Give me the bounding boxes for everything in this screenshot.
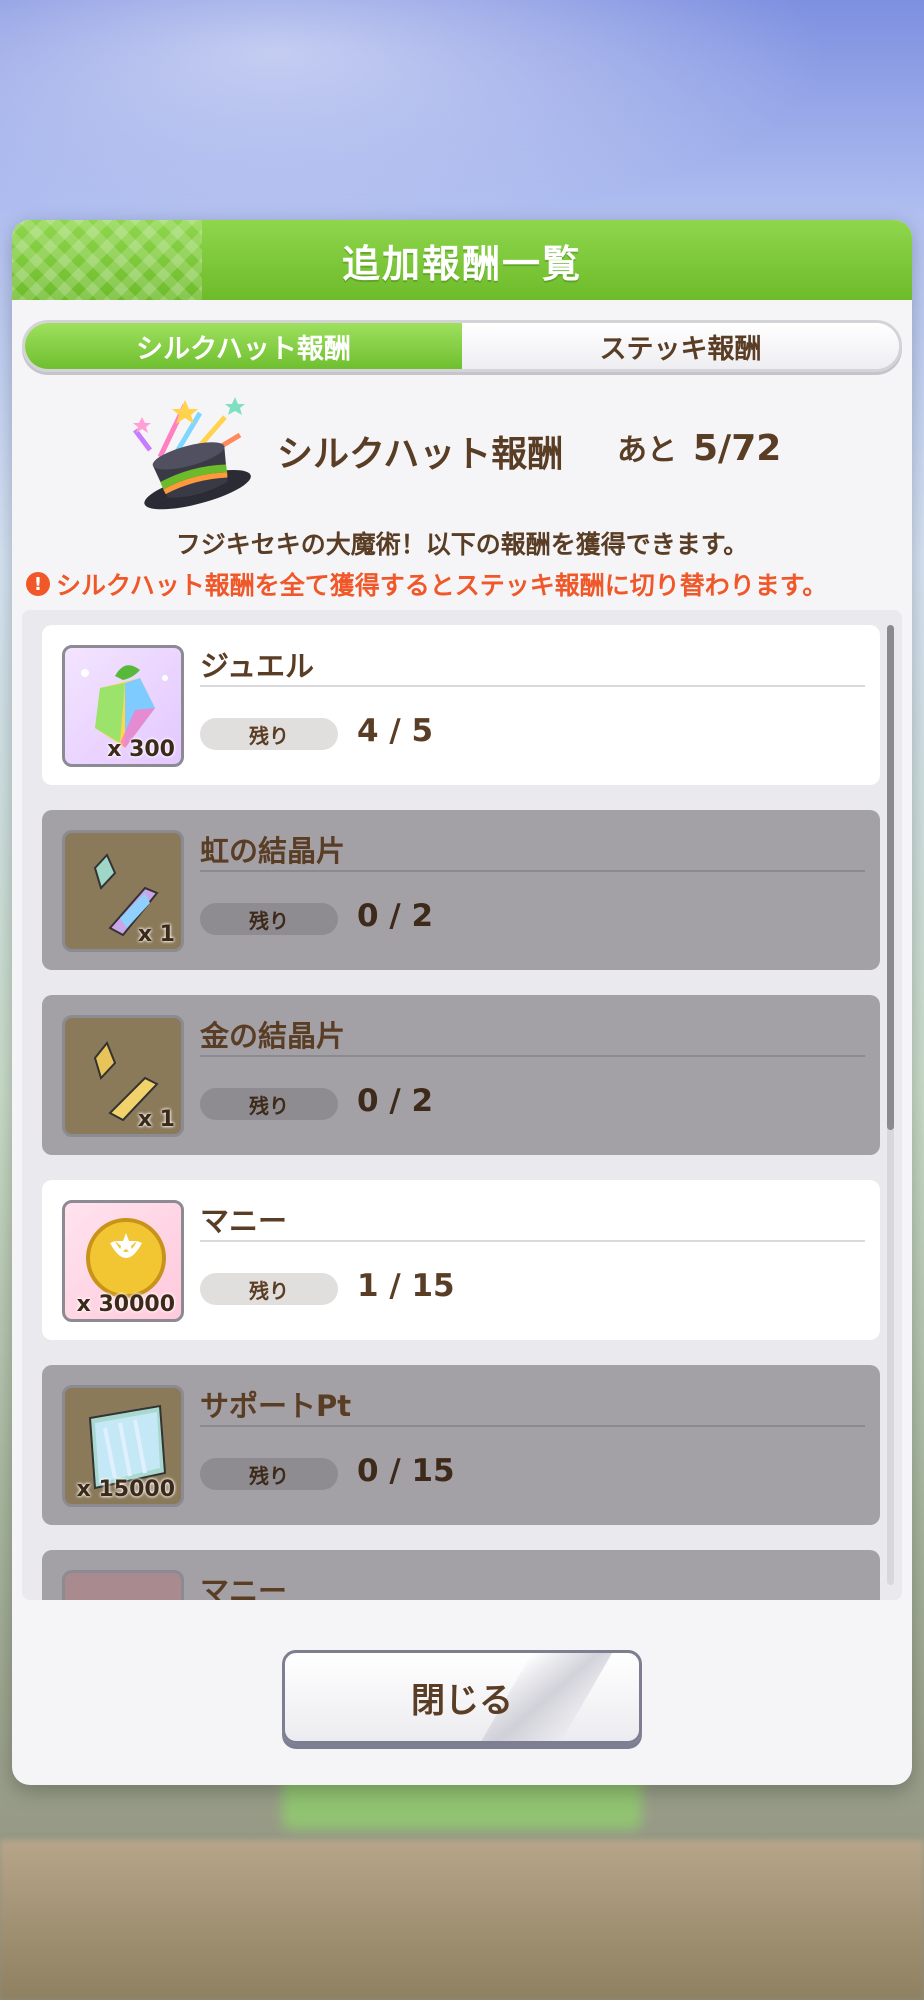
remain-badge: 残り: [200, 1458, 338, 1490]
reward-item-rainbow-crystal[interactable]: x 1 虹の結晶片 残り 0 / 2: [42, 810, 880, 970]
reward-item-gold-crystal[interactable]: x 1 金の結晶片 残り 0 / 2: [42, 995, 880, 1155]
dialog-header: 追加報酬一覧: [12, 220, 912, 300]
background-fence: [0, 1840, 924, 2000]
tab-silk-hat-reward[interactable]: シルクハット報酬: [25, 323, 462, 369]
reward-tabs: シルクハット報酬 ステッキ報酬: [22, 320, 902, 372]
scroll-thumb[interactable]: [887, 625, 894, 1130]
item-quantity: x 30000: [76, 1292, 175, 1317]
tab-stick-reward[interactable]: ステッキ報酬: [462, 323, 899, 369]
reward-item-money-2[interactable]: マニー: [42, 1550, 880, 1600]
remain-count: 0 / 2: [357, 898, 434, 934]
item-quantity: x 1: [137, 1107, 175, 1132]
item-name: サポートPt: [200, 1389, 352, 1423]
remaining-value: 5/72: [693, 428, 782, 469]
remain-badge: 残り: [200, 903, 338, 935]
reward-item-money[interactable]: x 30000 マニー 残り 1 / 15: [42, 1180, 880, 1340]
item-divider: [200, 1055, 865, 1057]
summary-remaining: あと 5/72: [617, 425, 781, 469]
item-name: マニー: [200, 1204, 288, 1238]
item-quantity: x 300: [107, 737, 175, 762]
reward-item-support-pt[interactable]: x 15000 サポートPt 残り 0 / 15: [42, 1365, 880, 1525]
reward-item-jewel[interactable]: x 300 ジュエル 残り 4 / 5: [42, 625, 880, 785]
item-divider: [200, 870, 865, 872]
exclamation-icon: !: [26, 572, 50, 596]
list-scrollbar[interactable]: [887, 625, 894, 1585]
reward-description: フジキセキの大魔術！以下の報酬を獲得できます。: [175, 530, 749, 559]
item-divider: [200, 1425, 865, 1427]
item-divider: [200, 1240, 865, 1242]
remaining-prefix: あと: [617, 433, 677, 468]
item-name: 虹の結晶片: [200, 834, 346, 868]
remain-count: 1 / 15: [357, 1268, 455, 1304]
money-coin-icon: x 30000: [62, 1200, 184, 1322]
close-button-label: 閉じる: [411, 1681, 513, 1720]
reward-list-dialog: 追加報酬一覧 シルクハット報酬 ステッキ報酬 シルクハット報酬 あと 5/72: [12, 220, 912, 1785]
header-pattern: [12, 220, 202, 300]
reward-list[interactable]: x 300 ジュエル 残り 4 / 5 x 1 虹の結晶片 残り 0 / 2 x…: [22, 610, 902, 1600]
remain-badge: 残り: [200, 718, 338, 750]
remain-badge: 残り: [200, 1273, 338, 1305]
silk-hat-icon: [133, 397, 251, 510]
item-quantity: x 15000: [76, 1477, 175, 1502]
warning-text: シルクハット報酬を全て獲得するとステッキ報酬に切り替わります。: [56, 571, 828, 600]
reward-summary: シルクハット報酬 あと 5/72: [12, 395, 912, 510]
rainbow-crystal-icon: x 1: [62, 830, 184, 952]
money-coin-icon: [62, 1570, 184, 1600]
remain-badge: 残り: [200, 1088, 338, 1120]
close-button[interactable]: 閉じる: [282, 1650, 642, 1744]
item-quantity: x 1: [137, 922, 175, 947]
item-divider: [200, 685, 865, 687]
remain-count: 4 / 5: [357, 713, 434, 749]
item-name: 金の結晶片: [200, 1019, 346, 1053]
reward-warning: ! シルクハット報酬を全て獲得するとステッキ報酬に切り替わります。: [26, 566, 906, 602]
item-name: ジュエル: [200, 649, 314, 683]
item-name: マニー: [200, 1574, 288, 1600]
jewel-icon: x 300: [62, 645, 184, 767]
dialog-title: 追加報酬一覧: [341, 241, 582, 286]
summary-title: シルクハット報酬: [277, 434, 564, 475]
remain-count: 0 / 2: [357, 1083, 434, 1119]
gold-crystal-icon: x 1: [62, 1015, 184, 1137]
support-pt-icon: x 15000: [62, 1385, 184, 1507]
remain-count: 0 / 15: [357, 1453, 455, 1489]
